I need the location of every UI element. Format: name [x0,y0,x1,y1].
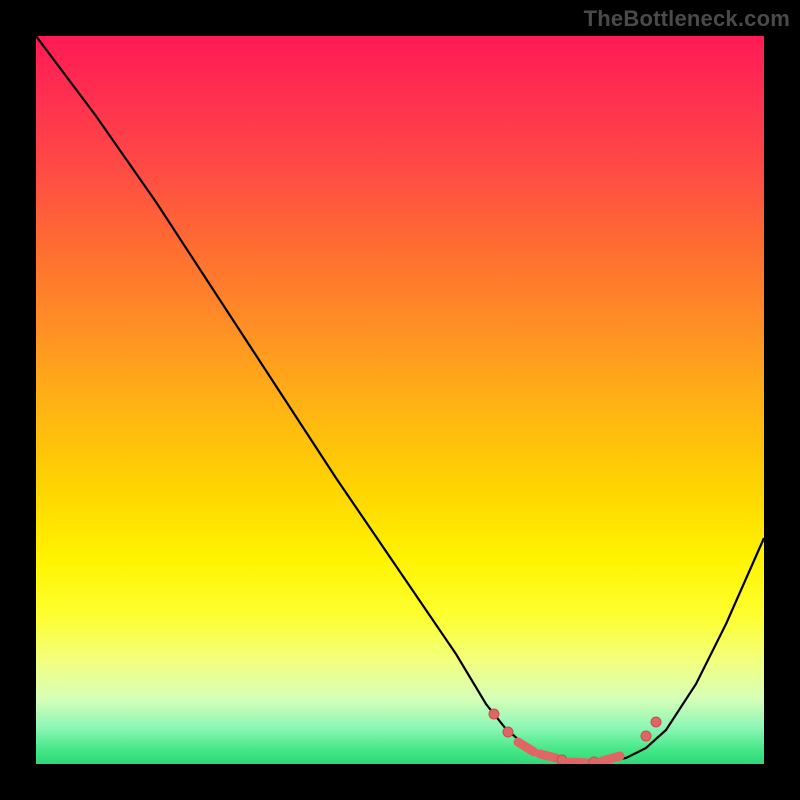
marker-dash [540,754,556,758]
marker-dot [641,731,651,741]
marker-dash [602,756,620,761]
marker-group [489,709,661,764]
marker-dash [518,742,534,752]
marker-dot [651,717,661,727]
plot-area [36,36,764,764]
marker-dot [503,727,513,737]
marker-dot [489,709,499,719]
marker-dash [570,762,588,763]
chart-frame: TheBottleneck.com [0,0,800,800]
marker-dot [557,755,567,764]
marker-dot [589,757,599,764]
optimal-range-markers [36,36,764,764]
watermark-text: TheBottleneck.com [584,6,790,32]
